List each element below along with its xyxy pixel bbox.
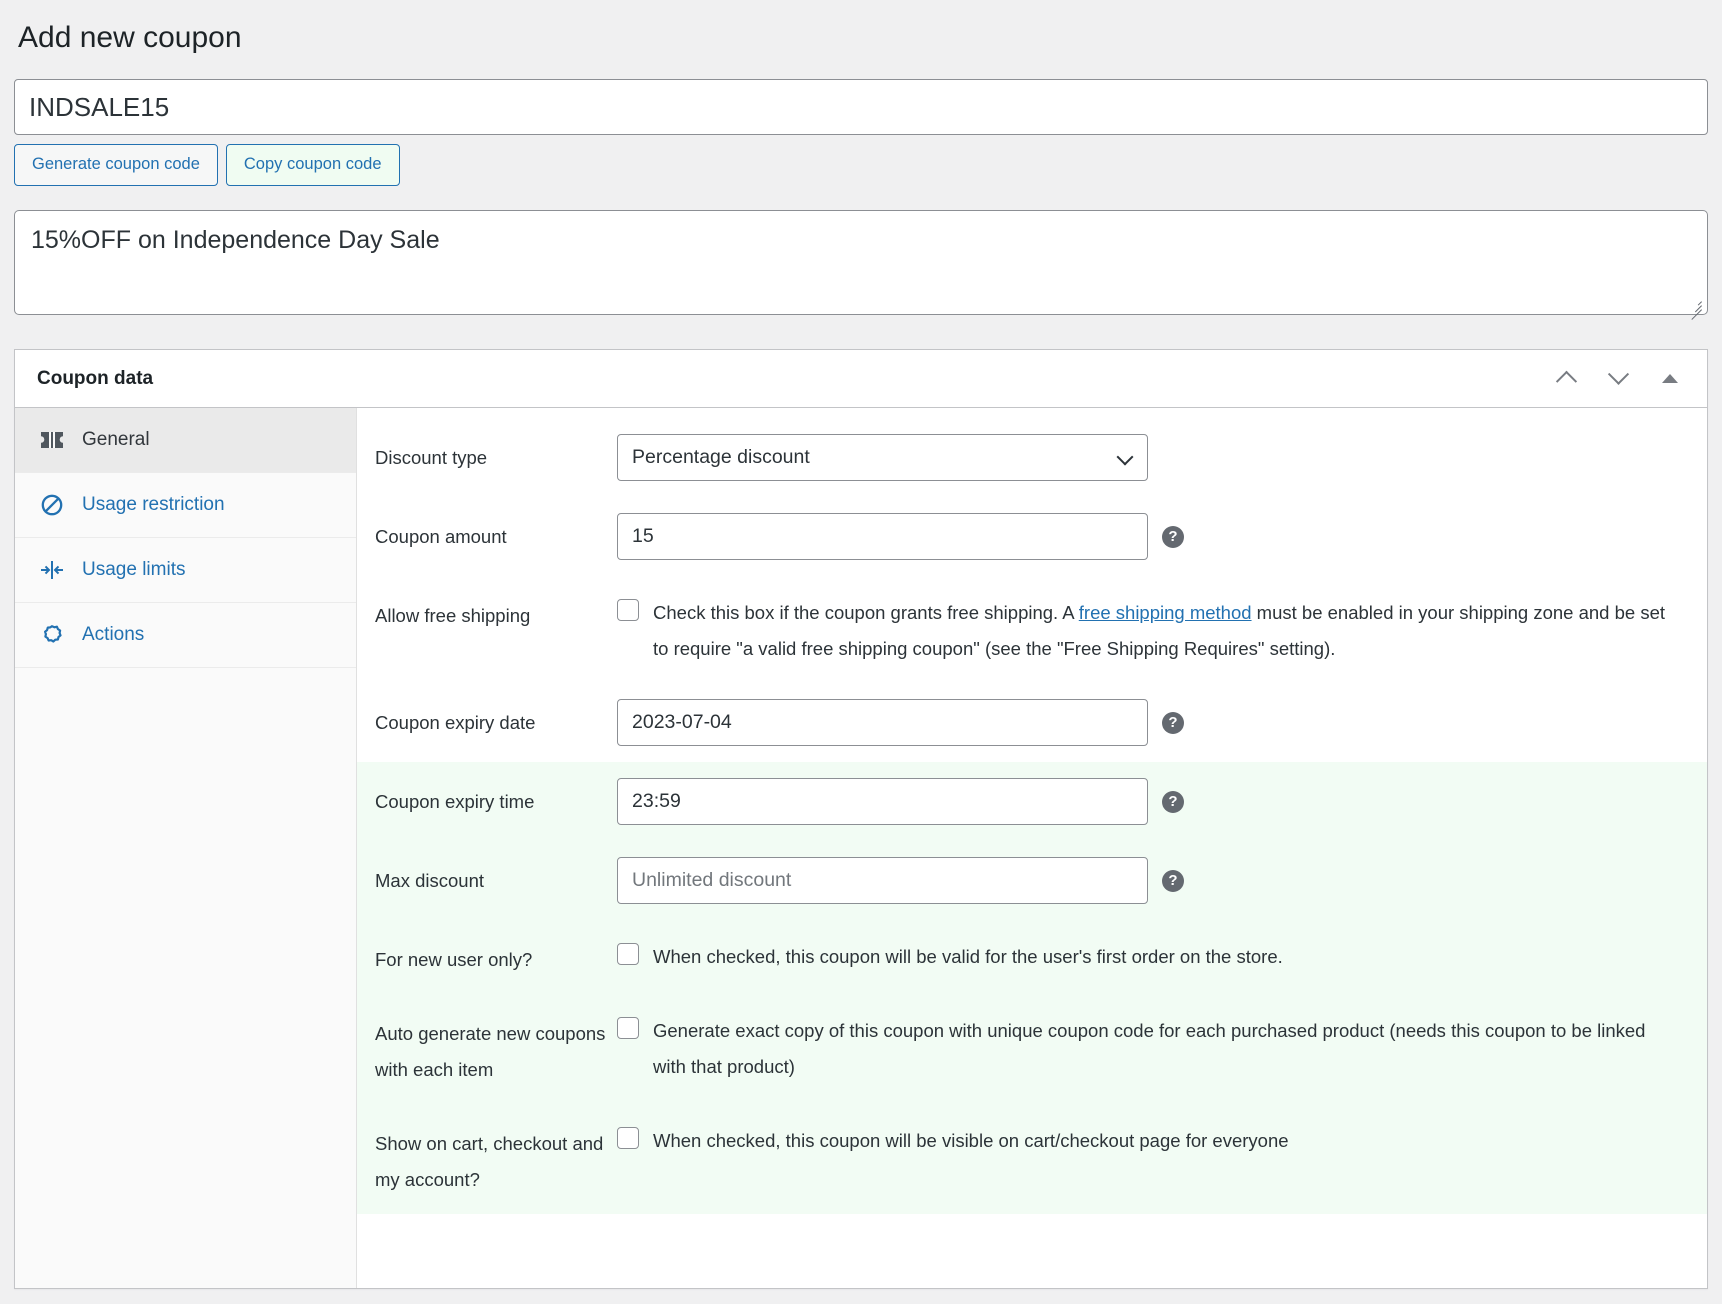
field-coupon-amount: Coupon amount ? xyxy=(357,497,1707,576)
coupon-data-body: General Usage restriction xyxy=(15,408,1707,1288)
coupon-data-panel-header: Coupon data xyxy=(15,350,1707,408)
field-max-discount: Max discount ? xyxy=(357,841,1707,920)
auto-generate-checkbox[interactable] xyxy=(617,1017,639,1039)
coupon-data-tabs: General Usage restriction xyxy=(15,408,357,1288)
field-label: Allow free shipping xyxy=(375,592,617,634)
field-discount-type: Discount type Percentage discountFixed c… xyxy=(357,408,1707,497)
coupon-description-textarea[interactable] xyxy=(14,210,1708,315)
sidebar-item-actions[interactable]: Actions xyxy=(15,603,356,668)
show-on-cart-checkbox[interactable] xyxy=(617,1127,639,1149)
max-discount-input[interactable] xyxy=(617,857,1148,904)
field-label: Discount type xyxy=(375,434,617,476)
sidebar-item-usage-restriction[interactable]: Usage restriction xyxy=(15,473,356,538)
field-label: Coupon amount xyxy=(375,513,617,555)
field-label: Max discount xyxy=(375,857,617,899)
field-coupon-expiry-date: Coupon expiry date ? xyxy=(357,683,1707,762)
panel-title: Coupon data xyxy=(37,369,153,388)
sidebar-item-label: Usage restriction xyxy=(82,495,225,514)
discount-type-select[interactable]: Percentage discountFixed cart discountFi… xyxy=(617,434,1148,481)
sidebar-item-usage-limits[interactable]: Usage limits xyxy=(15,538,356,603)
show-on-cart-description: When checked, this coupon will be visibl… xyxy=(653,1123,1289,1159)
field-allow-free-shipping: Allow free shipping Check this box if th… xyxy=(357,576,1707,683)
sidebar-item-label: Usage limits xyxy=(82,560,185,579)
field-coupon-expiry-time: Coupon expiry time ? xyxy=(357,762,1707,841)
allow-free-shipping-checkbox[interactable] xyxy=(617,599,639,621)
coupon-data-panel: Coupon data General xyxy=(14,349,1708,1289)
coupon-expiry-time-input[interactable] xyxy=(617,778,1148,825)
field-show-on-cart: Show on cart, checkout and my account? W… xyxy=(357,1104,1707,1214)
new-user-only-checkbox[interactable] xyxy=(617,943,639,965)
help-icon[interactable]: ? xyxy=(1162,712,1184,734)
field-label: Coupon expiry date xyxy=(375,699,617,741)
generate-coupon-code-button[interactable]: Generate coupon code xyxy=(14,144,218,186)
coupon-code-actions: Generate coupon code Copy coupon code xyxy=(14,144,1708,186)
panel-controls xyxy=(1553,365,1689,391)
toggle-panel-icon[interactable] xyxy=(1657,365,1683,391)
field-label: Auto generate new coupons with each item xyxy=(375,1010,617,1088)
free-shipping-method-link[interactable]: free shipping method xyxy=(1079,602,1252,623)
coupon-description-wrap xyxy=(14,210,1708,315)
field-label: Show on cart, checkout and my account? xyxy=(375,1120,617,1198)
sidebar-item-label: General xyxy=(82,430,150,449)
field-auto-generate-coupons: Auto generate new coupons with each item… xyxy=(357,994,1707,1104)
help-icon[interactable]: ? xyxy=(1162,526,1184,548)
gear-icon xyxy=(39,622,65,648)
ticket-icon xyxy=(39,427,65,453)
move-up-icon[interactable] xyxy=(1553,365,1579,391)
usage-limits-icon xyxy=(39,557,65,583)
move-down-icon[interactable] xyxy=(1605,365,1631,391)
field-label: For new user only? xyxy=(375,936,617,978)
allow-free-shipping-description: Check this box if the coupon grants free… xyxy=(653,595,1683,667)
free-shipping-text-before: Check this box if the coupon grants free… xyxy=(653,602,1079,623)
sidebar-item-label: Actions xyxy=(82,625,144,644)
no-entry-icon xyxy=(39,492,65,518)
page-title: Add new coupon xyxy=(18,18,1708,57)
page-wrap: Add new coupon Generate coupon code Copy… xyxy=(0,18,1722,1289)
field-label: Coupon expiry time xyxy=(375,778,617,820)
coupon-amount-input[interactable] xyxy=(617,513,1148,560)
help-icon[interactable]: ? xyxy=(1162,791,1184,813)
sidebar-item-general[interactable]: General xyxy=(15,408,356,473)
field-new-user-only: For new user only? When checked, this co… xyxy=(357,920,1707,994)
new-user-only-description: When checked, this coupon will be valid … xyxy=(653,939,1283,975)
coupon-code-input[interactable] xyxy=(14,79,1708,135)
general-tab-content: Discount type Percentage discountFixed c… xyxy=(357,408,1707,1288)
auto-generate-description: Generate exact copy of this coupon with … xyxy=(653,1013,1683,1085)
help-icon[interactable]: ? xyxy=(1162,870,1184,892)
coupon-expiry-date-input[interactable] xyxy=(617,699,1148,746)
copy-coupon-code-button[interactable]: Copy coupon code xyxy=(226,144,400,186)
